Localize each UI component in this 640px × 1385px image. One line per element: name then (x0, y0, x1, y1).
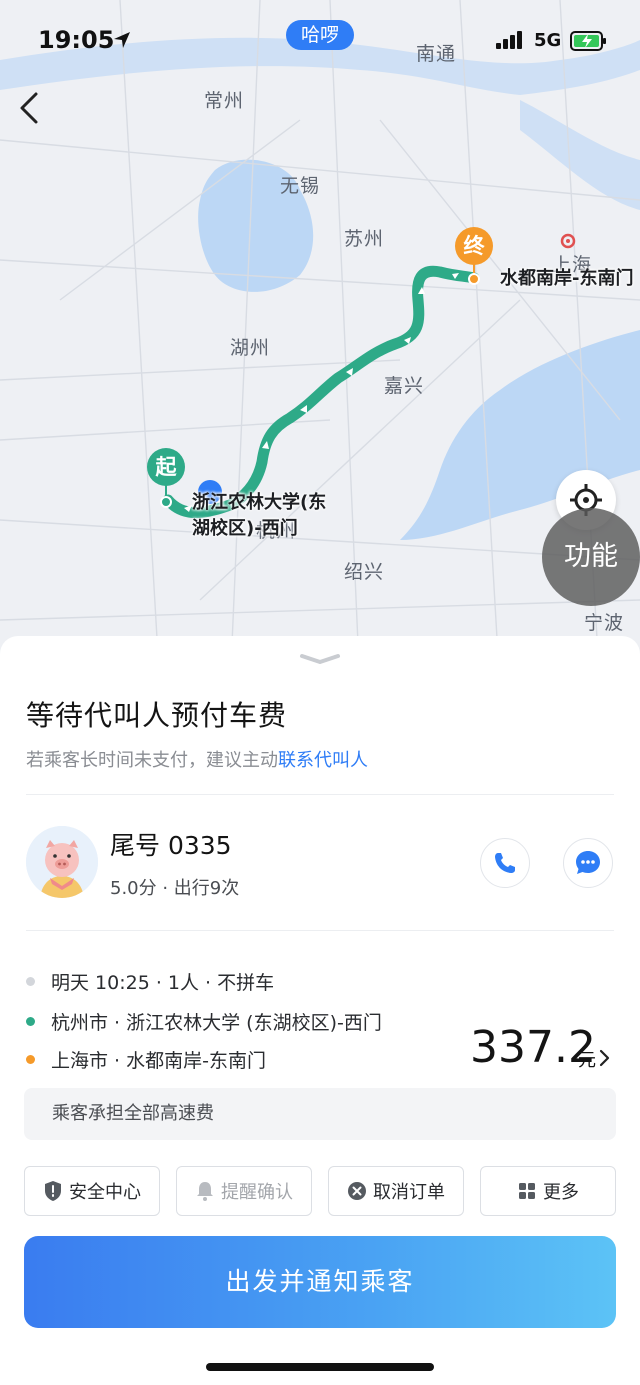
trip-time-text: 明天 10:25 · 1人 · 不拼车 (51, 972, 275, 994)
remind-confirm-label: 提醒确认 (221, 1182, 293, 1203)
start-pin: 起 (147, 448, 185, 486)
safety-center-label: 安全中心 (69, 1182, 141, 1203)
remind-confirm-button[interactable]: 提醒确认 (176, 1166, 312, 1216)
contact-caller-link[interactable]: 联系代叫人 (278, 750, 368, 771)
route-map[interactable]: 常州 南通 无锡 苏州 上海 湖州 嘉兴 杭州 绍兴 宁波 19:05 哈啰 5… (0, 0, 640, 690)
call-passenger-button[interactable] (480, 838, 530, 888)
toll-note: 乘客承担全部高速费 (24, 1088, 616, 1140)
depart-notify-button[interactable]: 出发并通知乘客 (24, 1236, 616, 1328)
order-sheet: 等待代叫人预付车费 若乘客长时间未支付，建议主动联系代叫人 尾号 0335 5.… (0, 636, 640, 1385)
bell-icon (197, 1182, 213, 1201)
divider (26, 794, 614, 795)
grid-icon (519, 1183, 535, 1199)
start-dot (160, 496, 172, 508)
cancel-order-button[interactable]: 取消订单 (328, 1166, 464, 1216)
start-place-label: 浙江农林大学(东 湖校区)-西门 (192, 490, 326, 542)
chevron-right-icon[interactable] (598, 1048, 612, 1068)
back-button[interactable] (14, 88, 50, 128)
start-place-line-2: 湖校区)-西门 (192, 518, 298, 539)
close-circle-icon (348, 1182, 366, 1200)
location-arrow-icon (114, 32, 130, 48)
home-indicator (206, 1363, 434, 1371)
map-label-changzhou: 常州 (204, 90, 245, 112)
to-bullet (26, 1055, 35, 1064)
shield-icon (45, 1181, 61, 1201)
divider (26, 930, 614, 931)
start-place-line-1: 浙江农林大学(东 (192, 492, 327, 513)
order-status-subtitle: 若乘客长时间未支付，建议主动联系代叫人 (26, 746, 368, 772)
map-label-ningbo: 宁波 (584, 612, 625, 634)
battery-charging-icon (570, 31, 606, 51)
map-label-huzhou: 湖州 (230, 337, 271, 359)
trip-to-row: 上海市 · 水都南岸-东南门 (26, 1046, 266, 1073)
time-bullet (26, 977, 35, 986)
order-status-title: 等待代叫人预付车费 (26, 699, 288, 732)
passenger-tail-number: 尾号 0335 (110, 831, 232, 860)
trip-to-text: 上海市 · 水都南岸-东南门 (51, 1050, 266, 1072)
map-base (0, 0, 640, 690)
status-time: 19:05 (38, 26, 115, 54)
end-dot (468, 273, 480, 285)
pig-avatar-icon (26, 826, 98, 898)
safety-center-button[interactable]: 安全中心 (24, 1166, 160, 1216)
map-label-shaoxing: 绍兴 (344, 561, 385, 583)
message-passenger-button[interactable] (563, 838, 613, 888)
function-button[interactable]: 功能 (542, 508, 640, 606)
chat-icon (576, 851, 600, 874)
app-pill[interactable]: 哈啰 (286, 20, 354, 50)
map-label-jiaxing: 嘉兴 (384, 375, 425, 397)
end-pin: 终 (455, 227, 493, 265)
trip-time-row: 明天 10:25 · 1人 · 不拼车 (26, 968, 274, 995)
trip-from-text: 杭州市 · 浙江农林大学 (东湖校区)-西门 (51, 1012, 382, 1034)
passenger-rating: 5.0分 · 出行9次 (110, 878, 240, 899)
more-label: 更多 (543, 1182, 579, 1203)
sheet-collapse-handle[interactable] (298, 652, 342, 666)
from-bullet (26, 1017, 35, 1026)
map-label-suzhou: 苏州 (344, 228, 385, 250)
more-button[interactable]: 更多 (480, 1166, 616, 1216)
map-label-wuxi: 无锡 (280, 175, 321, 197)
phone-icon (495, 853, 515, 873)
avatar (26, 826, 98, 898)
trip-from-row: 杭州市 · 浙江农林大学 (东湖校区)-西门 (26, 1008, 382, 1035)
fare-unit: 元 (578, 1050, 596, 1071)
signal-icon (496, 31, 522, 49)
network-type: 5G (534, 30, 562, 51)
cancel-order-label: 取消订单 (373, 1182, 445, 1203)
end-place-label: 水都南岸-东南门 (500, 268, 634, 289)
status-bar: 19:05 哈啰 5G (0, 0, 640, 80)
subtitle-text: 若乘客长时间未支付，建议主动 (26, 750, 278, 771)
